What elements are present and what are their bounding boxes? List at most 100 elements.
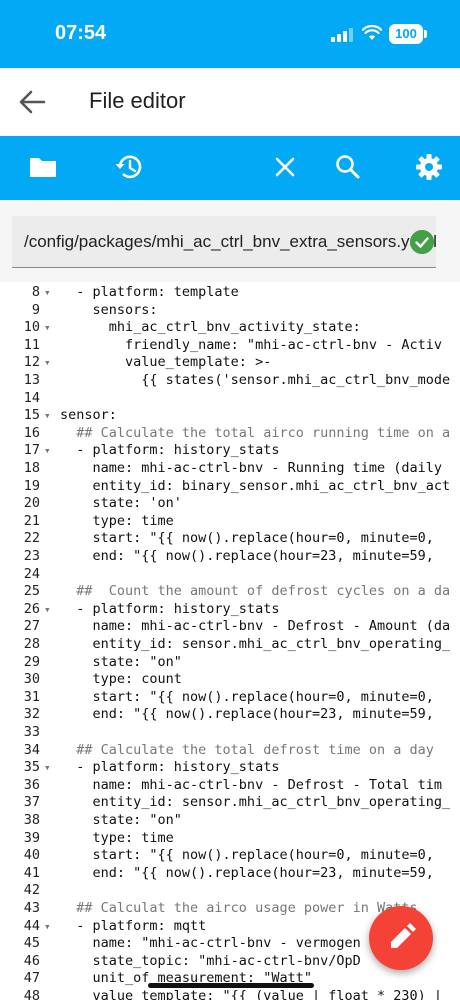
code-line: 34 ## Calculate the total defrost time o… xyxy=(0,742,460,760)
code-line: 41 end: "{{ now().replace(hour=23, minut… xyxy=(0,865,460,883)
line-number: 24 xyxy=(23,565,40,582)
line-number: 40 xyxy=(23,847,40,864)
code-text: mhi_ac_ctrl_bnv_activity_state: xyxy=(60,319,361,336)
edit-button[interactable] xyxy=(369,906,433,970)
line-number: 14 xyxy=(23,389,40,406)
code-text: - platform: history_stats xyxy=(60,600,280,617)
home-indicator xyxy=(148,983,314,988)
code-line: 29 state: "on" xyxy=(0,654,460,672)
code-line: 15 ▾ sensor: xyxy=(0,407,460,425)
code-text: state: "on" xyxy=(60,653,182,670)
code-line: 14 xyxy=(0,390,460,408)
code-text: - platform: history_stats xyxy=(60,759,280,776)
search-icon[interactable] xyxy=(333,152,363,182)
gear-icon[interactable] xyxy=(414,152,444,182)
code-text: sensor: xyxy=(60,407,117,424)
line-number: 41 xyxy=(23,864,40,881)
code-text: start: "{{ now().replace(hour=0, minute=… xyxy=(60,688,434,705)
history-icon[interactable] xyxy=(114,152,144,182)
code-line: 40 start: "{{ now().replace(hour=0, minu… xyxy=(0,847,460,865)
line-number: 12 xyxy=(23,354,40,371)
fold-toggle-icon[interactable]: ▾ xyxy=(44,918,51,936)
file-path-input[interactable]: /config/packages/mhi_ac_ctrl_bnv_extra_s… xyxy=(12,216,436,268)
line-number: 42 xyxy=(23,882,40,899)
line-number: 30 xyxy=(23,671,40,688)
code-text: name: "mhi-ac-ctrl-bnv - vermogen xyxy=(60,935,361,952)
line-number: 45 xyxy=(23,935,40,952)
code-text: name: mhi-ac-ctrl-bnv - Defrost - Amount… xyxy=(60,618,451,635)
line-number: 48 xyxy=(23,988,40,1000)
code-line: 16 ## Calculate the total airco running … xyxy=(0,425,460,443)
back-arrow-icon[interactable] xyxy=(18,89,46,115)
code-line: 36 name: mhi-ac-ctrl-bnv - Defrost - Tot… xyxy=(0,777,460,795)
code-line: 20 state: 'on' xyxy=(0,495,460,513)
code-text: type: time xyxy=(60,512,174,529)
code-line: 42 xyxy=(0,882,460,900)
code-line: 13 {{ states('sensor.mhi_ac_ctrl_bnv_mod… xyxy=(0,372,460,390)
fold-toggle-icon[interactable]: ▾ xyxy=(44,407,51,425)
line-number: 11 xyxy=(23,336,40,353)
close-icon[interactable] xyxy=(270,152,300,182)
code-text: sensors: xyxy=(60,301,158,318)
code-line: 28 entity_id: sensor.mhi_ac_ctrl_bnv_ope… xyxy=(0,636,460,654)
code-text: - platform: mqtt xyxy=(60,917,207,934)
fold-toggle-icon[interactable]: ▾ xyxy=(44,759,51,777)
code-text: - platform: history_stats xyxy=(60,442,280,459)
code-text: ## Calculate the total airco running tim… xyxy=(60,424,451,441)
folder-icon[interactable] xyxy=(28,152,58,182)
code-line: 9 sensors: xyxy=(0,302,460,320)
code-text: ## Count the amount of defrost cycles on… xyxy=(60,583,451,600)
app-bar: File editor xyxy=(0,68,460,136)
code-text: state_topic: "mhi-ac-ctrl-bnv/OpD xyxy=(60,952,361,969)
fold-toggle-icon[interactable]: ▾ xyxy=(44,319,51,337)
page-title: File editor xyxy=(89,88,186,113)
code-text: ## Calculate the total defrost time on a… xyxy=(60,741,434,758)
code-text: name: mhi-ac-ctrl-bnv - Running time (da… xyxy=(60,460,443,476)
status-time: 07:54 xyxy=(55,22,107,44)
code-line: 35 ▾ - platform: history_stats xyxy=(0,759,460,777)
battery-indicator: 100 xyxy=(389,24,427,44)
code-line: 33 xyxy=(0,724,460,742)
code-line: 24 xyxy=(0,566,460,584)
line-number: 18 xyxy=(23,460,40,476)
line-number: 33 xyxy=(23,724,40,740)
fold-toggle-icon[interactable]: ▾ xyxy=(44,354,51,372)
line-number: 27 xyxy=(23,618,40,635)
line-number: 25 xyxy=(23,583,40,600)
fold-toggle-icon[interactable]: ▾ xyxy=(44,442,51,460)
line-number: 35 xyxy=(23,759,40,776)
line-number: 17 xyxy=(23,442,40,459)
line-number: 46 xyxy=(23,952,40,969)
code-text: entity_id: sensor.mhi_ac_ctrl_bnv_operat… xyxy=(60,636,451,652)
code-line: 17 ▾ - platform: history_stats xyxy=(0,442,460,460)
status-bar: 07:54 100 xyxy=(0,0,460,68)
line-number: 43 xyxy=(23,900,40,916)
code-editor[interactable]: 8 ▾ - platform: template 9 sensors: 10 ▾ mhi… xyxy=(0,282,460,1000)
line-number: 37 xyxy=(23,794,40,811)
code-line: 23 end: "{{ now().replace(hour=23, minut… xyxy=(0,548,460,566)
line-number: 36 xyxy=(23,776,40,793)
signal-icon xyxy=(331,28,353,42)
line-number: 44 xyxy=(23,917,40,934)
path-area: /config/packages/mhi_ac_ctrl_bnv_extra_s… xyxy=(0,200,460,282)
line-number: 29 xyxy=(23,653,40,670)
code-text: friendly_name: "mhi-ac-ctrl-bnv - Activ xyxy=(60,336,443,353)
code-line: 22 start: "{{ now().replace(hour=0, minu… xyxy=(0,530,460,548)
code-line: 19 entity_id: binary_sensor.mhi_ac_ctrl_… xyxy=(0,478,460,496)
code-text: value_template: >- xyxy=(60,354,272,371)
code-line: 10 ▾ mhi_ac_ctrl_bnv_activity_state: xyxy=(0,319,460,337)
code-text: value_template: "{{ (value | float * 230… xyxy=(60,988,443,1000)
fold-toggle-icon[interactable]: ▾ xyxy=(44,601,51,619)
code-text: start: "{{ now().replace(hour=0, minute=… xyxy=(60,847,434,864)
code-line: 32 end: "{{ now().replace(hour=23, minut… xyxy=(0,706,460,724)
line-number: 22 xyxy=(23,530,40,547)
fold-toggle-icon[interactable]: ▾ xyxy=(44,284,51,302)
code-text: name: mhi-ac-ctrl-bnv - Defrost - Total … xyxy=(60,776,443,793)
line-number: 23 xyxy=(23,548,40,564)
check-icon xyxy=(410,230,434,254)
code-line: 8 ▾ - platform: template xyxy=(0,284,460,302)
code-line: 37 entity_id: sensor.mhi_ac_ctrl_bnv_ope… xyxy=(0,794,460,812)
code-text: ## Calculat the airco usage power in Wat… xyxy=(60,900,418,916)
code-line: 31 start: "{{ now().replace(hour=0, minu… xyxy=(0,689,460,707)
line-number: 26 xyxy=(23,600,40,617)
